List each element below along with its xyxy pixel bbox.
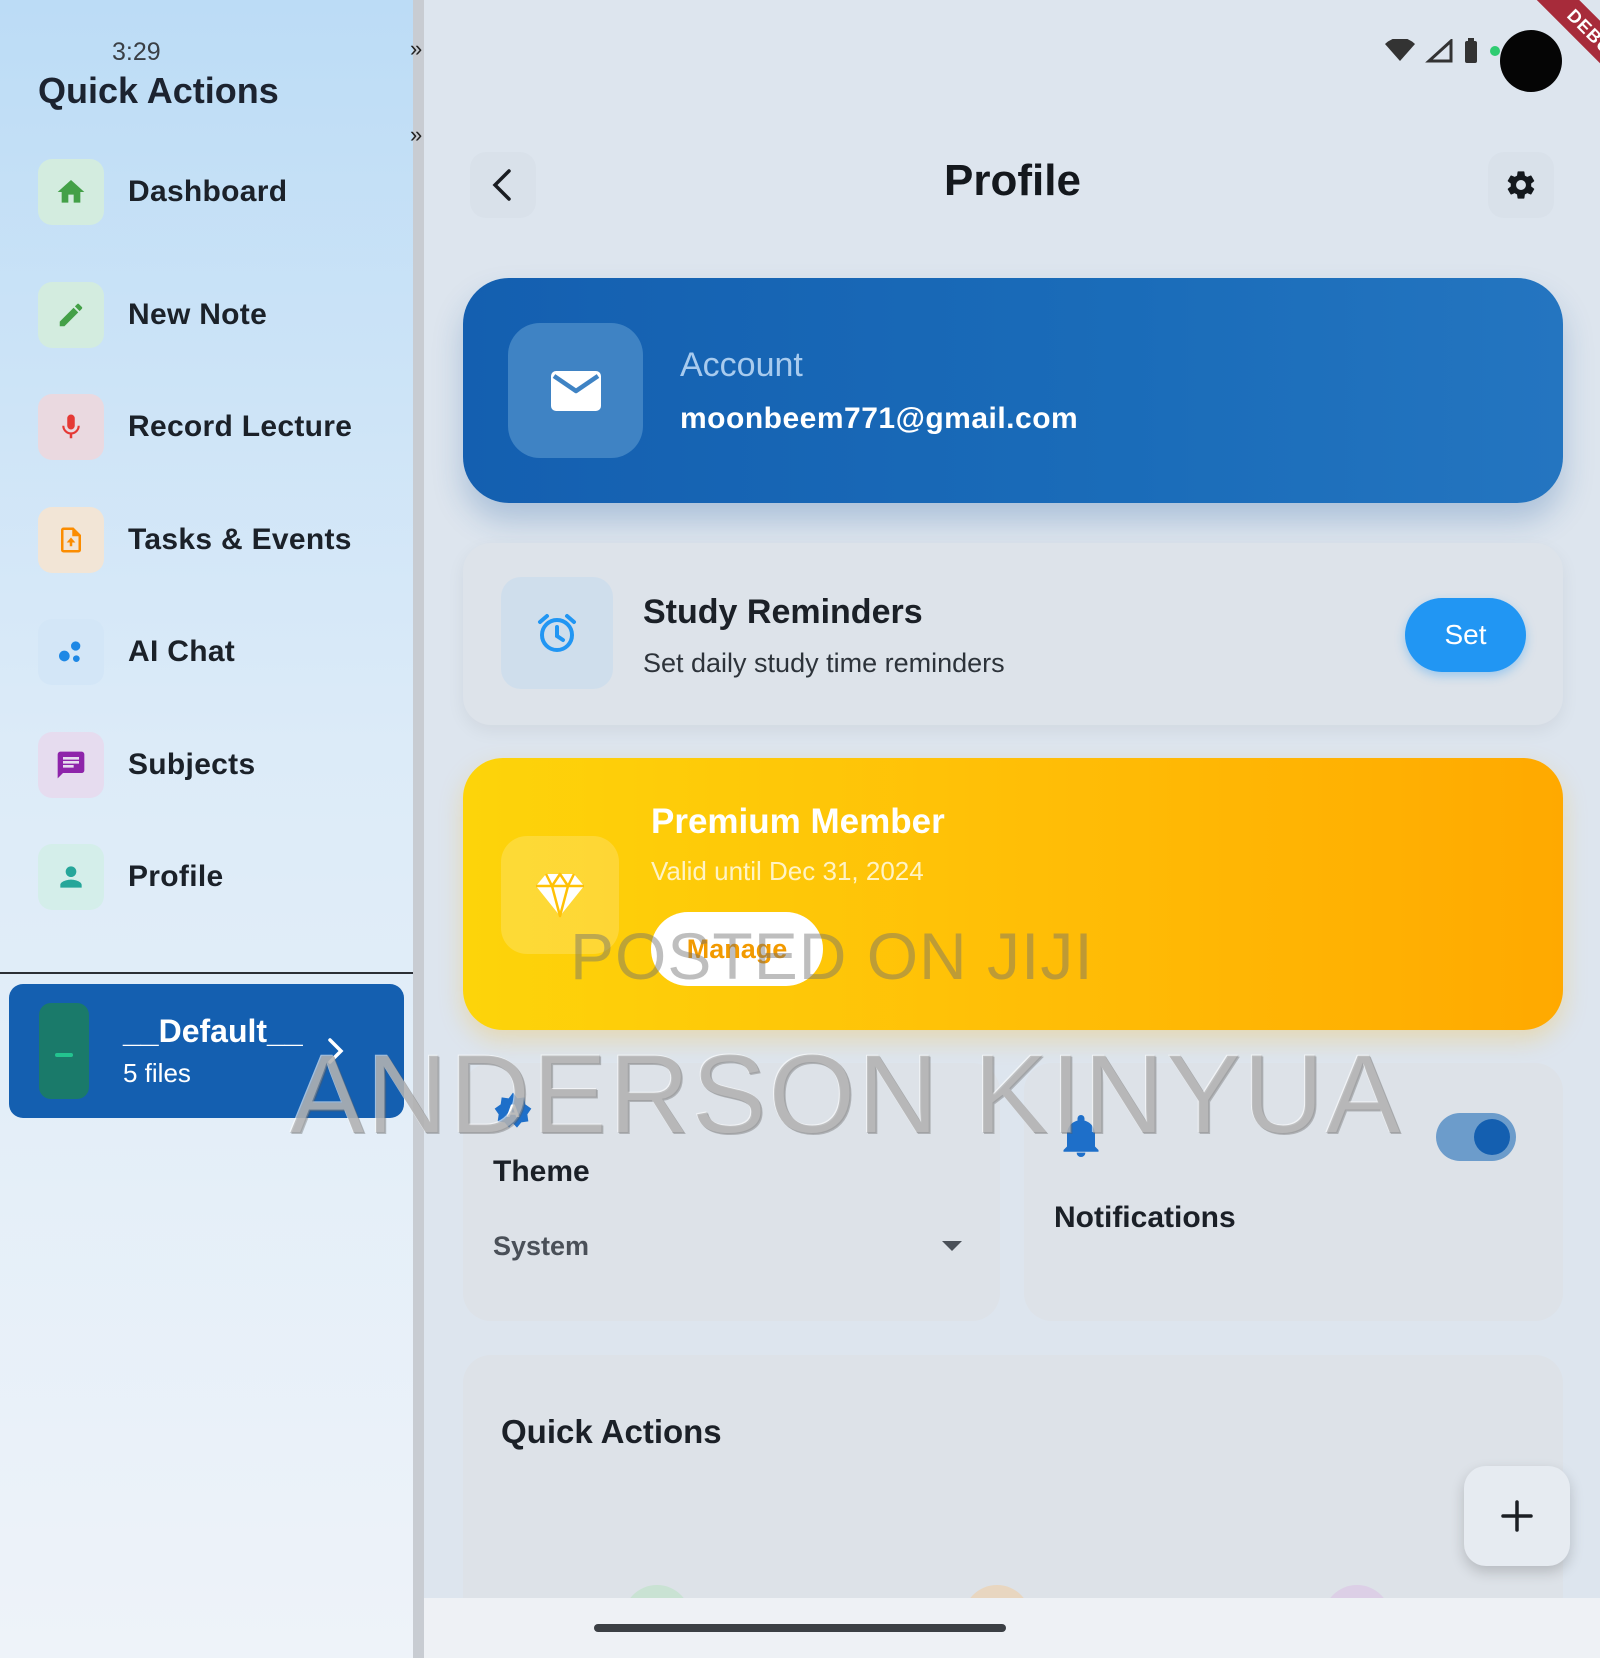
camera-cutout (1500, 30, 1562, 92)
diamond-icon (501, 836, 619, 954)
drawer-item-label: AI Chat (128, 635, 236, 668)
add-fab-button[interactable] (1464, 1466, 1570, 1566)
toggle-knob (1474, 1119, 1510, 1155)
quick-actions-title: Quick Actions (501, 1413, 722, 1450)
notifications-toggle[interactable] (1436, 1113, 1516, 1161)
plus-icon (1501, 1500, 1533, 1532)
drawer-item-profile[interactable]: Profile (38, 843, 398, 911)
account-card: Account moonbeem771@gmail.com (463, 278, 1563, 503)
subject-message-icon (38, 732, 104, 798)
folder-icon (39, 1003, 89, 1099)
gear-icon (1507, 171, 1535, 199)
drawer-item-label: Tasks & Events (128, 523, 352, 556)
resize-handle-icon: » (410, 36, 423, 61)
theme-title: Theme (493, 1155, 590, 1188)
premium-title: Premium Member (651, 802, 945, 841)
person-icon (38, 844, 104, 910)
drawer-item-label: Record Lecture (128, 410, 353, 443)
chevron-right-icon (324, 1036, 348, 1071)
signal-icon (1425, 39, 1453, 63)
drawer-item-tasks-events[interactable]: Tasks & Events (38, 506, 398, 574)
drawer-item-label: Subjects (128, 748, 256, 781)
alarm-clock-icon (501, 577, 613, 689)
folder-name: __Default__ (123, 1013, 303, 1049)
notifications-title: Notifications (1054, 1201, 1236, 1234)
drawer-item-subjects[interactable]: Subjects (38, 731, 398, 799)
manage-premium-button[interactable]: Manage (651, 912, 823, 986)
drawer-item-new-note[interactable]: New Note (38, 281, 398, 349)
drawer-item-ai-chat[interactable]: AI Chat (38, 618, 398, 686)
account-label: Account (680, 346, 803, 384)
reminder-title: Study Reminders (643, 593, 923, 631)
set-reminder-button[interactable]: Set (1405, 598, 1526, 672)
folder-default[interactable]: __Default__ 5 files (9, 984, 404, 1118)
pencil-icon (38, 282, 104, 348)
battery-icon (1465, 38, 1477, 63)
dropdown-arrow-icon (942, 1241, 962, 1251)
quick-actions-card: Quick Actions (463, 1355, 1563, 1615)
theme-auto-icon: A (493, 1091, 533, 1136)
account-email: moonbeem771@gmail.com (680, 402, 1079, 435)
chat-bubbles-icon (38, 619, 104, 685)
bell-icon (1060, 1113, 1102, 1164)
page-title: Profile (944, 156, 1081, 205)
resize-handle-icon: » (410, 122, 423, 147)
navigation-drawer: 3:29 Quick Actions Dashboard New Note Re… (0, 0, 413, 1658)
premium-card: Premium Member Valid until Dec 31, 2024 … (463, 758, 1563, 1030)
theme-dropdown[interactable]: System (493, 1221, 963, 1271)
microphone-icon (38, 394, 104, 460)
svg-text:A: A (507, 1102, 520, 1121)
premium-validity: Valid until Dec 31, 2024 (651, 856, 924, 886)
drawer-item-label: Profile (128, 860, 224, 893)
drawer-item-label: New Note (128, 298, 268, 331)
drawer-divider-line (0, 972, 413, 974)
status-time: 3:29 (112, 38, 161, 66)
theme-selected-value: System (493, 1230, 590, 1261)
drawer-item-record-lecture[interactable]: Record Lecture (38, 393, 398, 461)
folder-file-count: 5 files (123, 1058, 191, 1088)
notifications-card: Notifications (1024, 1063, 1563, 1321)
study-reminders-card: Study Reminders Set daily study time rem… (463, 543, 1563, 725)
settings-button[interactable] (1488, 152, 1554, 218)
wifi-icon (1385, 39, 1415, 61)
reminder-subtitle: Set daily study time reminders (643, 648, 1005, 678)
status-icons (1385, 38, 1501, 64)
theme-card: A Theme System (463, 1063, 1000, 1321)
home-indicator[interactable] (594, 1624, 1006, 1632)
split-divider[interactable] (413, 0, 424, 1658)
task-file-icon (38, 507, 104, 573)
drawer-title: Quick Actions (38, 70, 279, 111)
mail-icon (508, 323, 643, 458)
